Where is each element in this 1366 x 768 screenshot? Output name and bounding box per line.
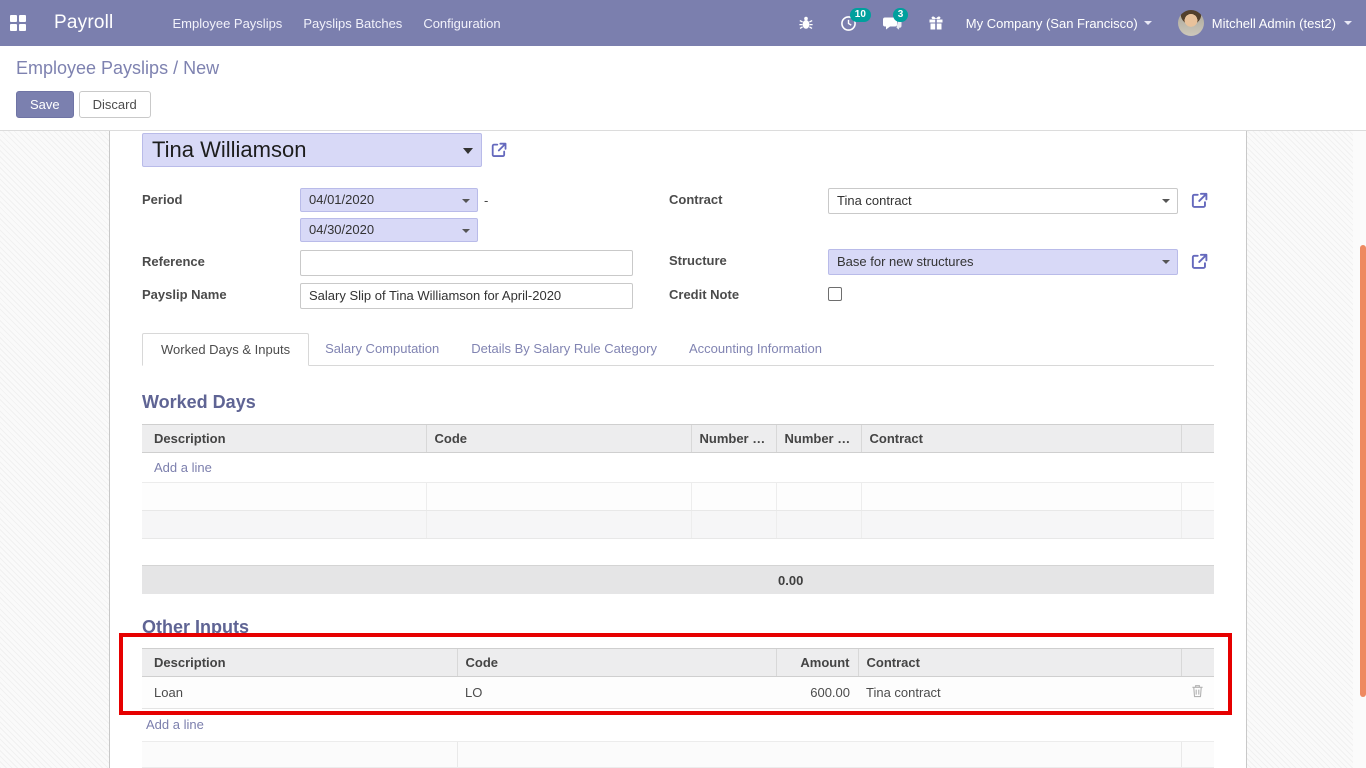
payslip-name-input[interactable]: Salary Slip of Tina Williamson for April…: [300, 283, 633, 309]
app-menus: Employee Payslips Payslips Batches Confi…: [170, 1, 502, 46]
period-from-value: 04/01/2020: [309, 192, 374, 207]
worked-days-add-a-line[interactable]: Add a line: [142, 453, 1214, 483]
messages-chat-icon[interactable]: 3: [883, 15, 902, 32]
cell-description[interactable]: Loan: [142, 677, 457, 709]
period-label: Period: [142, 188, 300, 218]
reference-input[interactable]: [300, 250, 633, 276]
other-inputs-title: Other Inputs: [142, 617, 1214, 638]
breadcrumb-parent[interactable]: Employee Payslips: [16, 58, 168, 78]
structure-field[interactable]: Base for new structures: [828, 249, 1178, 275]
breadcrumb-separator: /: [173, 58, 178, 78]
worked-days-total-row: 0.00: [142, 565, 1214, 594]
save-button[interactable]: Save: [16, 91, 74, 118]
discard-button[interactable]: Discard: [79, 91, 151, 118]
worked-days-total: 0.00: [778, 573, 803, 588]
menu-configuration[interactable]: Configuration: [421, 1, 502, 46]
col-description: Description: [142, 425, 426, 453]
company-switcher[interactable]: My Company (San Francisco): [966, 16, 1152, 31]
contract-label: Contract: [669, 188, 828, 249]
other-input-row-loan[interactable]: Loan LO 600.00 Tina contract: [142, 677, 1214, 709]
delete-row-trash-icon[interactable]: [1191, 684, 1204, 698]
tab-salary-computation[interactable]: Salary Computation: [309, 333, 455, 365]
col-contract: Contract: [861, 425, 1181, 453]
debug-bug-icon[interactable]: [798, 15, 814, 31]
employee-field[interactable]: Tina Williamson: [142, 133, 482, 167]
caret-down-icon: [1162, 199, 1170, 203]
caret-down-icon: [463, 148, 473, 154]
col-code: Code: [457, 649, 776, 677]
col-actions: [1181, 425, 1214, 453]
payslip-name-label: Payslip Name: [142, 283, 300, 309]
chevron-down-icon: [1344, 21, 1352, 25]
period-to-field[interactable]: 04/30/2020: [300, 218, 478, 242]
tab-worked-days-inputs[interactable]: Worked Days & Inputs: [142, 333, 309, 366]
contract-external-link-icon[interactable]: [1190, 191, 1209, 210]
user-menu[interactable]: Mitchell Admin (test2): [1178, 10, 1352, 36]
user-name: Mitchell Admin (test2): [1212, 16, 1336, 31]
empty-row: [142, 741, 1214, 768]
form-sheet: Tina Williamson Period 04/01/2020: [109, 131, 1247, 768]
col-actions: [1181, 649, 1214, 677]
menu-employee-payslips[interactable]: Employee Payslips: [170, 1, 284, 46]
employee-name: Tina Williamson: [152, 137, 306, 162]
structure-label: Structure: [669, 249, 828, 283]
caret-down-icon: [462, 229, 470, 233]
company-name: My Company (San Francisco): [966, 16, 1138, 31]
message-count-badge: 3: [893, 8, 909, 22]
caret-down-icon: [1162, 260, 1170, 264]
col-contract: Contract: [858, 649, 1181, 677]
structure-external-link-icon[interactable]: [1190, 252, 1209, 271]
caret-down-icon: [462, 199, 470, 203]
activity-count-badge: 10: [850, 8, 871, 22]
form-view: Tina Williamson Period 04/01/2020: [0, 131, 1366, 768]
rewards-gift-icon[interactable]: [928, 15, 944, 31]
cell-amount[interactable]: 600.00: [776, 677, 858, 709]
breadcrumb-current: New: [183, 58, 219, 78]
period-separator: -: [484, 188, 488, 208]
cell-contract[interactable]: Tina contract: [858, 677, 1181, 709]
contract-value: Tina contract: [837, 193, 912, 208]
empty-row: [142, 511, 1214, 539]
col-amount: Amount: [776, 649, 858, 677]
systray: 10 3 My Company (San Francisco) Mitch: [772, 10, 1352, 36]
credit-note-label: Credit Note: [669, 283, 828, 302]
empty-row: [142, 483, 1214, 511]
worked-days-header-row: Description Code Number of … Number of ……: [142, 425, 1214, 453]
menu-payslips-batches[interactable]: Payslips Batches: [301, 1, 404, 46]
credit-note-checkbox[interactable]: [828, 287, 842, 301]
worked-days-title: Worked Days: [142, 392, 1214, 413]
chevron-down-icon: [1144, 21, 1152, 25]
other-inputs-add-a-line[interactable]: Add a line: [142, 717, 1214, 732]
worked-days-table: Description Code Number of … Number of ……: [142, 424, 1214, 539]
breadcrumb: Employee Payslips / New: [16, 58, 1350, 79]
period-from-field[interactable]: 04/01/2020: [300, 188, 478, 212]
apps-menu-icon[interactable]: [10, 15, 28, 31]
period-to-value: 04/30/2020: [309, 222, 374, 237]
tab-details-by-salary-rule-category[interactable]: Details By Salary Rule Category: [455, 333, 673, 365]
tab-accounting-information[interactable]: Accounting Information: [673, 333, 838, 365]
other-inputs-table: Description Code Amount Contract Loan LO…: [142, 648, 1214, 709]
employee-external-link-icon[interactable]: [490, 141, 508, 159]
reference-label: Reference: [142, 250, 300, 283]
structure-value: Base for new structures: [837, 254, 974, 269]
user-avatar: [1178, 10, 1204, 36]
scrollbar-thumb[interactable]: [1360, 245, 1366, 697]
activities-clock-icon[interactable]: 10: [840, 15, 857, 32]
notebook-tabs: Worked Days & Inputs Salary Computation …: [142, 333, 1214, 366]
col-number-of-days: Number of …: [691, 425, 776, 453]
col-description: Description: [142, 649, 457, 677]
control-panel: Employee Payslips / New Save Discard: [0, 46, 1366, 131]
col-number-of-hours: Number of …: [776, 425, 861, 453]
app-name[interactable]: Payroll: [54, 12, 113, 34]
other-inputs-header-row: Description Code Amount Contract: [142, 649, 1214, 677]
cell-code[interactable]: LO: [457, 677, 776, 709]
top-navbar: Payroll Employee Payslips Payslips Batch…: [0, 0, 1366, 46]
col-code: Code: [426, 425, 691, 453]
contract-field[interactable]: Tina contract: [828, 188, 1178, 214]
